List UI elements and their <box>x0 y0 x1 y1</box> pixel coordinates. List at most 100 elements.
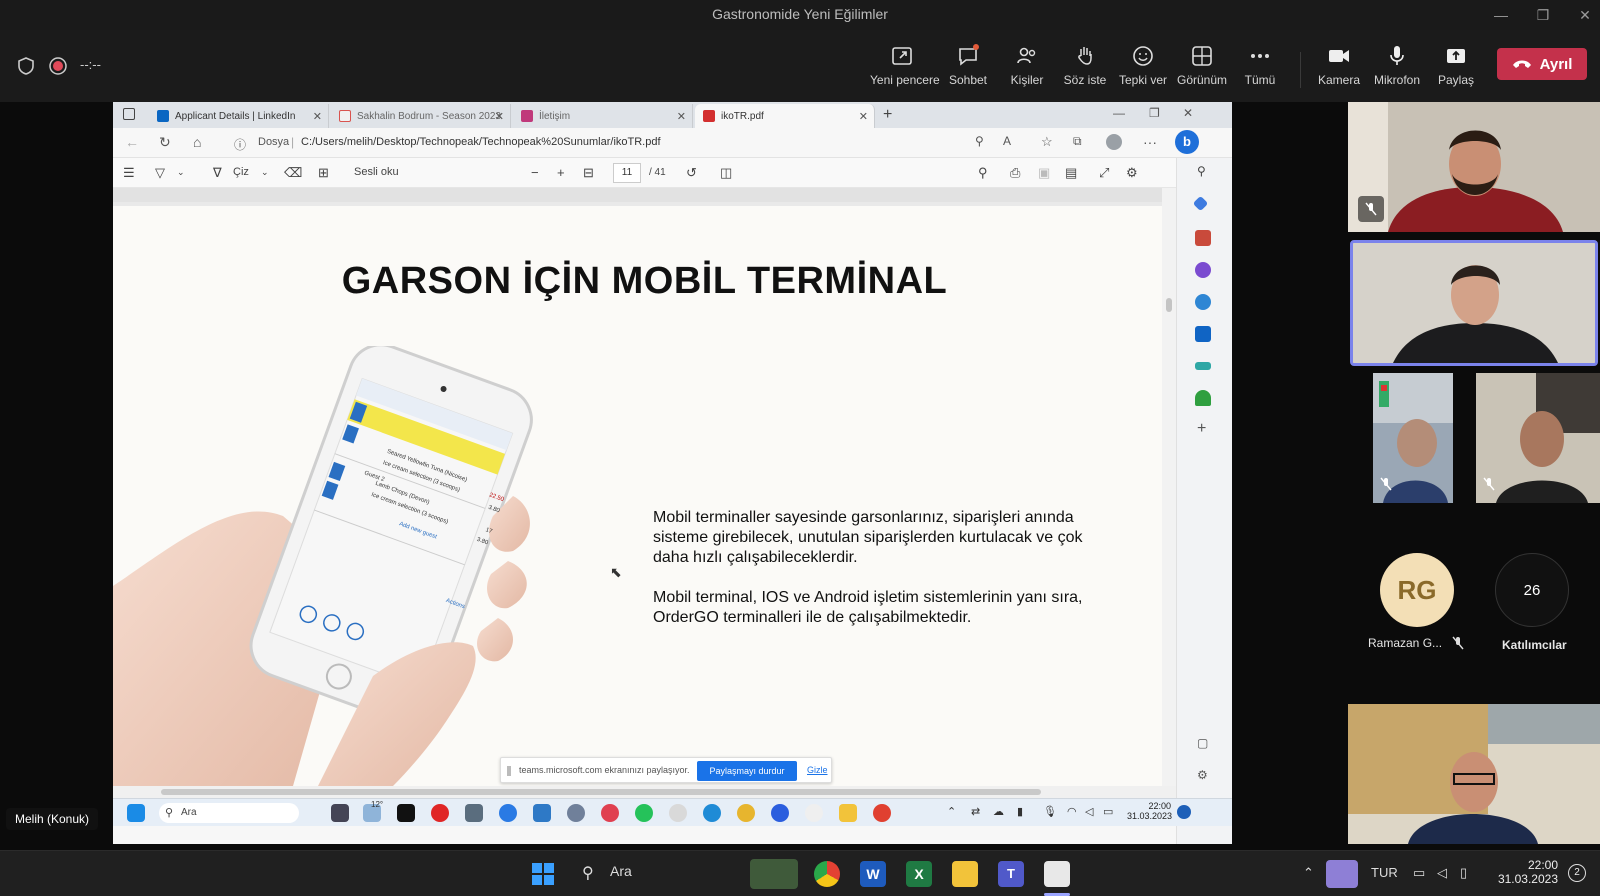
save-icon[interactable]: ▣ <box>1038 165 1050 181</box>
draw-icon[interactable]: ∇ <box>213 165 222 181</box>
add-icon[interactable]: + <box>1197 420 1206 438</box>
participant-video-1[interactable] <box>1348 102 1600 232</box>
drag-handle-icon[interactable] <box>507 766 511 776</box>
close-icon[interactable]: ✕ <box>1183 106 1193 120</box>
whatsapp-icon[interactable] <box>635 804 653 822</box>
remote-search-box[interactable]: ⚲ Ara <box>159 803 299 823</box>
volume-icon[interactable]: ◁ <box>1437 865 1447 881</box>
shield-icon[interactable] <box>16 56 36 76</box>
zoom-out-icon[interactable]: − <box>531 165 539 180</box>
chat-button[interactable]: Sohbet <box>936 44 1000 96</box>
app-icon[interactable] <box>397 804 415 822</box>
pdf-vertical-scrollbar[interactable] <box>1162 188 1176 786</box>
mail-icon[interactable] <box>533 804 551 822</box>
calculator-icon[interactable] <box>465 804 483 822</box>
edge-icon[interactable] <box>499 804 517 822</box>
hide-link[interactable]: Gizle <box>807 765 828 775</box>
back-icon[interactable]: ← <box>125 134 139 150</box>
browser-tab-pdf[interactable]: ikoTR.pdf ✕ <box>695 104 875 128</box>
snipping-tool-icon[interactable] <box>1044 861 1070 887</box>
office-icon[interactable] <box>1195 294 1211 310</box>
notification-badge[interactable] <box>1177 805 1191 819</box>
network-icon[interactable]: ⇄ <box>971 805 980 818</box>
chevron-down-icon[interactable]: ⌄ <box>177 167 185 178</box>
remote-clock[interactable]: 22:00 31.03.2023 <box>1127 801 1172 821</box>
save-as-icon[interactable]: ▤ <box>1065 165 1077 181</box>
chevron-up-icon[interactable]: ⌃ <box>1303 865 1314 881</box>
people-button[interactable]: Kişiler <box>995 44 1059 96</box>
chevron-down-icon[interactable]: ⌄ <box>261 167 269 178</box>
taskbar-search[interactable]: Ara <box>610 863 632 879</box>
clock[interactable]: 22:00 31.03.2023 <box>1496 858 1558 886</box>
search-icon[interactable]: ⚲ <box>582 863 594 883</box>
app-icon[interactable] <box>669 804 687 822</box>
games-icon[interactable] <box>1195 262 1211 278</box>
media-icon[interactable] <box>431 804 449 822</box>
chrome-icon[interactable] <box>814 861 840 887</box>
more-button[interactable]: Tümü <box>1228 44 1292 96</box>
display-icon[interactable]: ▭ <box>1413 865 1425 881</box>
close-tab-icon[interactable]: ✕ <box>677 110 686 123</box>
collections-icon[interactable]: ⧉ <box>1073 134 1082 149</box>
battery-icon[interactable]: ▭ <box>1103 805 1113 818</box>
add-text-icon[interactable]: ⊞ <box>318 165 329 181</box>
recording-icon[interactable] <box>48 56 68 76</box>
pdf-horizontal-scrollbar[interactable] <box>113 786 1176 798</box>
participant-video-3[interactable] <box>1476 373 1600 503</box>
draw-label[interactable]: Çiz <box>233 166 249 178</box>
edge-icon[interactable] <box>703 804 721 822</box>
new-tab-icon[interactable]: + <box>883 106 892 124</box>
close-tab-icon[interactable]: ✕ <box>313 110 322 123</box>
reaction-button[interactable]: Tepki ver <box>1111 44 1175 96</box>
windows-start-icon[interactable] <box>531 862 555 886</box>
wifi-icon[interactable]: ◠ <box>1067 805 1077 818</box>
page-number-input[interactable]: 11 <box>613 163 641 183</box>
search-icon[interactable]: ⚲ <box>978 165 988 181</box>
participants-overflow-button[interactable]: 26 <box>1495 553 1569 627</box>
print-icon[interactable]: ⎙ <box>1010 165 1020 181</box>
close-button[interactable]: ✕ <box>1574 4 1596 26</box>
pdf-viewer[interactable]: GARSON İÇİN MOBİL TERMİNAL Seared Yellow… <box>113 188 1176 816</box>
microphone-button[interactable]: Mikrofon <box>1365 44 1429 96</box>
settings-more-icon[interactable]: ··· <box>1143 134 1157 150</box>
sidebar-layout-icon[interactable]: ▢ <box>1197 736 1208 750</box>
participant-avatar-rg[interactable]: RG <box>1380 553 1454 627</box>
participant-video-active-speaker[interactable] <box>1350 240 1598 366</box>
highlight-icon[interactable]: ▽ <box>155 165 165 181</box>
teams-icon[interactable]: T <box>998 861 1024 887</box>
bing-icon[interactable]: b <box>1175 130 1199 154</box>
participant-video-2[interactable] <box>1373 373 1453 503</box>
leave-button[interactable]: Ayrıl <box>1497 48 1587 80</box>
read-aloud-icon[interactable]: A <box>1003 134 1011 148</box>
share-button[interactable]: Paylaş <box>1424 44 1488 96</box>
zoom-in-icon[interactable]: + <box>557 165 565 180</box>
volume-icon[interactable]: ◁ <box>1085 805 1093 818</box>
messenger-icon[interactable] <box>771 804 789 822</box>
fullscreen-icon[interactable]: ⤢ <box>1099 165 1109 181</box>
app-icon[interactable] <box>805 804 823 822</box>
search-icon[interactable]: ⚲ <box>1197 164 1206 178</box>
notification-count[interactable]: 2 <box>1568 864 1586 882</box>
chrome-icon[interactable] <box>873 804 891 822</box>
browser-tab-linkedin[interactable]: Applicant Details | LinkedIn ✕ <box>149 104 329 128</box>
rotate-icon[interactable]: ↺ <box>686 165 697 181</box>
folder-icon[interactable] <box>839 804 857 822</box>
battery-icon[interactable]: ▯ <box>1460 865 1467 881</box>
chrome-icon[interactable] <box>737 804 755 822</box>
close-tab-icon[interactable]: ✕ <box>495 110 504 123</box>
new-window-button[interactable]: Yeni pencere <box>870 44 940 96</box>
zoom-icon[interactable]: ⚲ <box>975 134 984 148</box>
scroll-thumb[interactable] <box>161 789 1041 795</box>
excel-icon[interactable]: X <box>906 861 932 887</box>
scroll-thumb[interactable] <box>1166 298 1172 312</box>
cloud-icon[interactable]: ☁ <box>993 805 1004 818</box>
minimize-button[interactable]: — <box>1490 4 1512 26</box>
chevron-up-icon[interactable]: ⌃ <box>947 805 956 818</box>
refresh-icon[interactable]: ↻ <box>159 134 171 151</box>
participant-video-4[interactable] <box>1348 704 1600 844</box>
windows-start-icon[interactable] <box>127 804 145 822</box>
language-indicator[interactable]: TUR <box>1371 865 1398 880</box>
tab-actions-icon[interactable] <box>123 108 135 120</box>
audio-meter-icon[interactable]: ▮ <box>1017 805 1023 818</box>
view-button[interactable]: Görünüm <box>1170 44 1234 96</box>
